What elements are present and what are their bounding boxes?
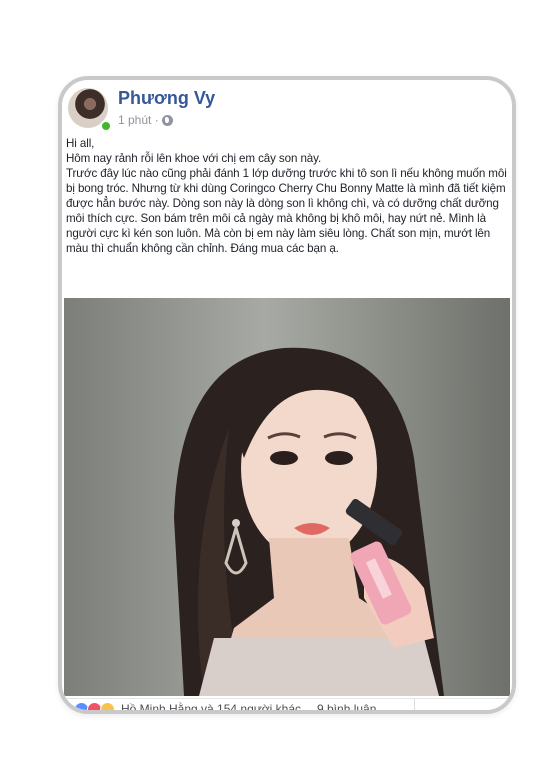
post-time[interactable]: 1 phút · — [118, 113, 159, 127]
post-photo[interactable] — [64, 298, 510, 696]
photo-illustration — [174, 347, 444, 696]
post-text: Hi all, Hôm nay rảnh rỗi lên khoe với ch… — [66, 137, 507, 255]
post-content: Phương Vy 1 phút · Hi all, Hôm nay rảnh … — [64, 82, 510, 710]
online-status-icon — [100, 120, 112, 132]
post-meta: 1 phút · — [118, 113, 173, 127]
haha-icon[interactable] — [100, 701, 115, 710]
post-card: Phương Vy 1 phút · Hi all, Hôm nay rảnh … — [58, 76, 516, 714]
author-name[interactable]: Phương Vy — [118, 88, 215, 109]
footer-divider — [414, 699, 415, 710]
comments-link[interactable]: 9 bình luận — [317, 702, 376, 710]
post-header: Phương Vy 1 phút · — [64, 86, 510, 132]
reactors-link[interactable]: Hồ Minh Hằng và 154 người khác — [121, 702, 301, 710]
post-footer: Hồ Minh Hằng và 154 người khác 9 bình lu… — [64, 698, 510, 710]
globe-icon[interactable] — [161, 114, 173, 126]
